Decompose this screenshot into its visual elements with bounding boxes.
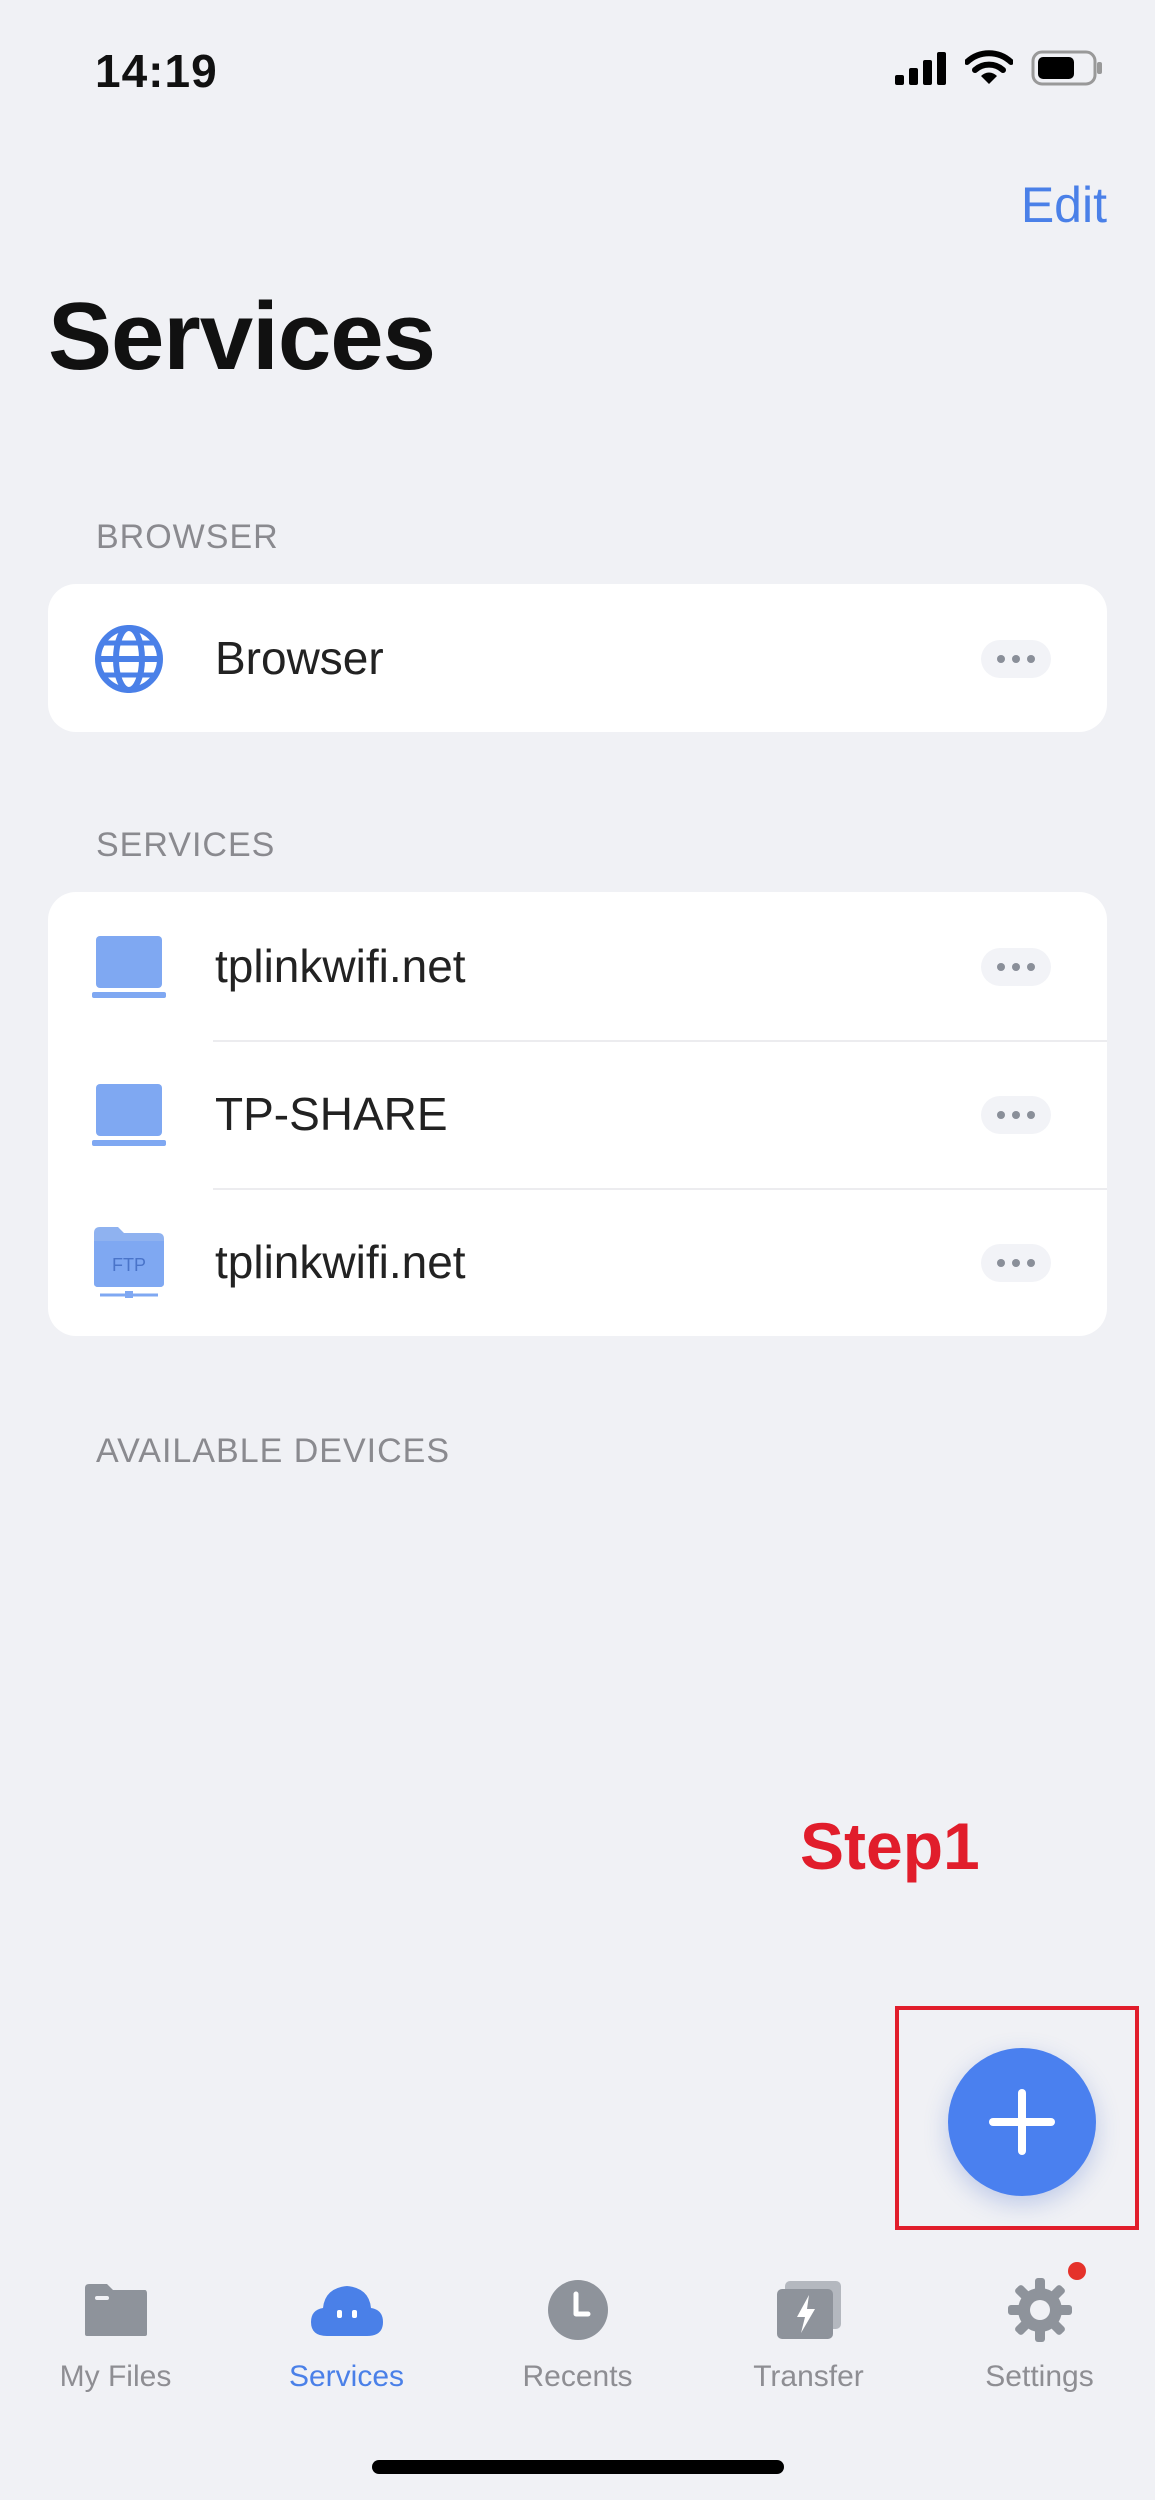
list-item-service[interactable]: TP-SHARE xyxy=(48,1040,1107,1188)
notification-badge xyxy=(1067,2262,1086,2280)
tab-my-files[interactable]: My Files xyxy=(0,2272,231,2394)
more-options-button[interactable] xyxy=(981,640,1051,678)
services-section-header: SERVICES xyxy=(96,826,276,864)
step-annotation-label: Step1 xyxy=(800,1809,980,1883)
tab-services[interactable]: Services xyxy=(231,2272,462,2394)
tab-recents[interactable]: Recents xyxy=(462,2272,693,2394)
ftp-folder-icon: FTP xyxy=(94,1227,164,1298)
cloud-icon xyxy=(310,2286,383,2336)
status-bar: 14:19 xyxy=(0,0,1155,140)
gear-icon xyxy=(1007,2278,1072,2342)
edit-button[interactable]: Edit xyxy=(1021,176,1107,234)
more-options-button[interactable] xyxy=(981,1096,1051,1134)
globe-icon xyxy=(95,625,163,693)
plus-icon xyxy=(989,2089,1055,2155)
tab-label: Recents xyxy=(522,2360,633,2393)
status-time: 14:19 xyxy=(95,45,218,97)
browser-section-header: BROWSER xyxy=(96,518,279,556)
clock-icon xyxy=(547,2280,608,2340)
list-item-label: TP-SHARE xyxy=(215,1088,448,1140)
more-options-button[interactable] xyxy=(981,1244,1051,1282)
tab-label: Transfer xyxy=(753,2360,864,2393)
services-card: tplinkwifi.net TP-SHARE FTP tplinkwifi.n… xyxy=(48,892,1107,1336)
browser-card: Browser xyxy=(48,584,1107,732)
available-devices-section-header: AVAILABLE DEVICES xyxy=(96,1432,450,1470)
folder-icon xyxy=(84,2284,147,2336)
list-item-label: tplinkwifi.net xyxy=(215,940,466,992)
svg-text:FTP: FTP xyxy=(112,1255,146,1275)
tab-transfer[interactable]: Transfer xyxy=(693,2272,924,2394)
wifi-icon xyxy=(965,50,1013,84)
tab-label: Settings xyxy=(985,2360,1094,2393)
tab-label: Services xyxy=(288,2360,405,2393)
list-item-service[interactable]: FTP tplinkwifi.net xyxy=(48,1188,1107,1336)
transfer-icon xyxy=(776,2281,841,2339)
tab-label: My Files xyxy=(59,2360,172,2393)
battery-icon xyxy=(1031,50,1102,86)
list-item-label: tplinkwifi.net xyxy=(215,1236,466,1288)
page-title: Services xyxy=(48,283,436,390)
laptop-icon xyxy=(92,1084,166,1146)
status-icons xyxy=(895,50,1103,86)
tab-settings[interactable]: Settings xyxy=(924,2262,1155,2394)
add-service-button[interactable] xyxy=(948,2048,1096,2196)
list-item-label: Browser xyxy=(215,632,384,684)
list-item-service[interactable]: tplinkwifi.net xyxy=(48,892,1107,1040)
list-item-browser[interactable]: Browser xyxy=(48,584,1107,732)
cellular-signal-icon xyxy=(895,52,946,85)
home-indicator xyxy=(372,2460,784,2474)
more-options-button[interactable] xyxy=(981,948,1051,986)
laptop-icon xyxy=(92,936,166,998)
